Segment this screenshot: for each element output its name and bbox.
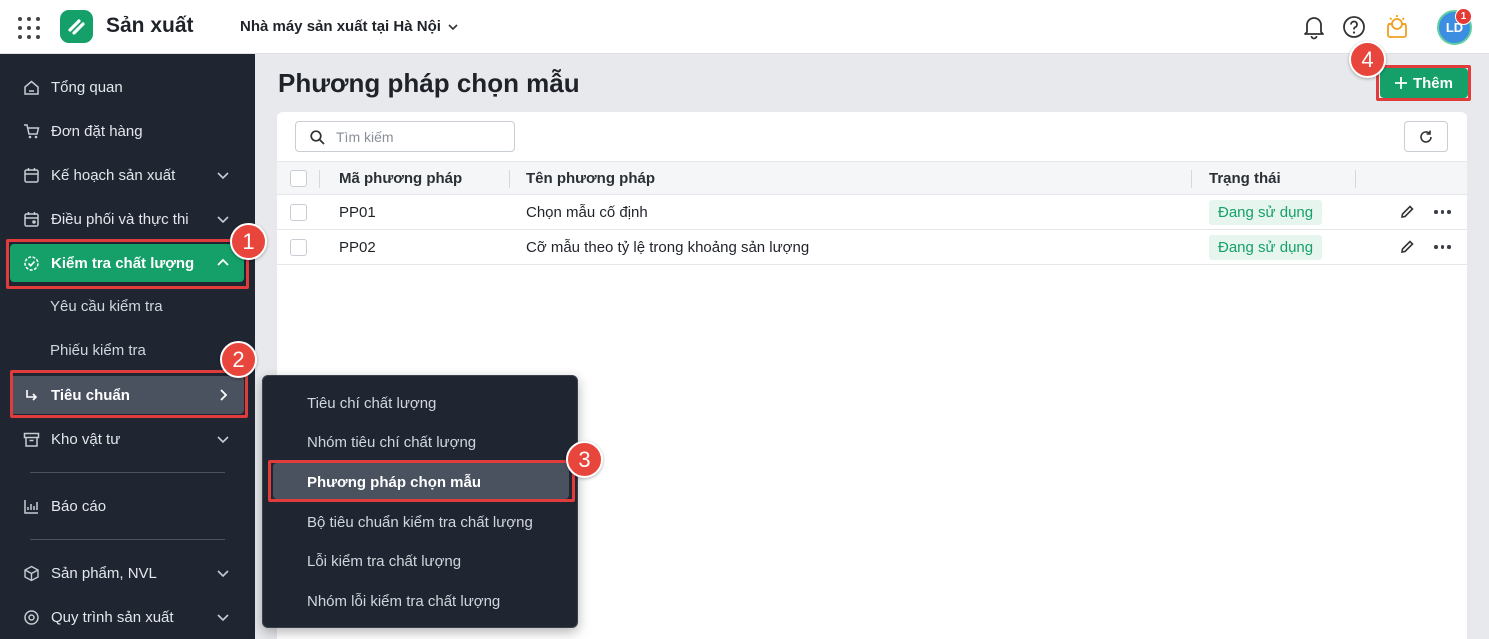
box-icon xyxy=(24,565,39,582)
app-logo-icon xyxy=(60,10,93,43)
flyout-item-criteria-group[interactable]: Nhóm tiêu chí chất lượng xyxy=(307,434,476,451)
more-icon xyxy=(1434,245,1451,249)
sidebar-item-reports[interactable]: Báo cáo xyxy=(10,487,244,525)
refresh-icon xyxy=(1420,130,1432,143)
column-header-status[interactable]: Trạng thái xyxy=(1209,162,1281,194)
sidebar-divider xyxy=(30,472,225,473)
step-marker-3: 3 xyxy=(566,441,603,478)
column-divider xyxy=(509,170,510,188)
home-icon xyxy=(24,80,39,95)
edit-button[interactable] xyxy=(1399,230,1415,264)
sidebar-item-overview[interactable]: Tổng quan xyxy=(10,68,244,106)
sidebar-item-label: Kho vật tư xyxy=(51,430,121,448)
cart-icon xyxy=(24,124,40,139)
sidebar-item-process[interactable]: Quy trình sản xuất xyxy=(10,598,244,636)
apps-grid-icon[interactable] xyxy=(18,17,40,39)
idea-icon[interactable] xyxy=(1384,14,1410,40)
sidebar-item-label: Điều phối và thực thi xyxy=(51,210,189,228)
row-name: Cỡ mẫu theo tỷ lệ trong khoảng sản lượng xyxy=(526,238,810,256)
sidebar-item-label: Quy trình sản xuất xyxy=(51,608,174,626)
sidebar-item-label: Đơn đặt hàng xyxy=(51,122,143,140)
sidebar-item-orders[interactable]: Đơn đặt hàng xyxy=(10,112,244,150)
highlight-box xyxy=(268,460,575,502)
more-icon xyxy=(1434,210,1451,214)
sidebar-item-dispatch[interactable]: Điều phối và thực thi xyxy=(10,200,244,238)
factory-selector[interactable]: Nhà máy sản xuất tại Hà Nội xyxy=(240,18,459,35)
report-icon xyxy=(24,500,38,514)
sidebar-subitem-inspection-request[interactable]: Yêu cầu kiểm tra xyxy=(50,298,163,315)
highlight-box xyxy=(1376,65,1471,101)
sidebar-divider xyxy=(30,539,225,540)
calendar-icon xyxy=(24,168,39,183)
sidebar-item-label: Tổng quan xyxy=(51,78,123,96)
sidebar-item-label: Sản phẩm, NVL xyxy=(51,564,157,582)
page-title: Phương pháp chọn mẫu xyxy=(278,68,580,98)
edit-button[interactable] xyxy=(1399,195,1415,229)
search-icon xyxy=(310,130,325,145)
help-icon[interactable] xyxy=(1342,14,1366,40)
sidebar-item-production-plan[interactable]: Kế hoạch sản xuất xyxy=(10,156,244,194)
highlight-box xyxy=(10,370,248,418)
column-header-code[interactable]: Mã phương pháp xyxy=(339,162,462,194)
chevron-down-icon xyxy=(217,436,229,444)
factory-label: Nhà máy sản xuất tại Hà Nội xyxy=(240,18,441,35)
archive-icon xyxy=(23,432,40,447)
chevron-down-icon xyxy=(448,23,458,30)
sidebar: Tổng quan Đơn đặt hàng Kế hoạch sản xuất… xyxy=(0,54,255,639)
calendar-settings-icon xyxy=(24,212,39,227)
refresh-button[interactable] xyxy=(1404,121,1448,152)
status-badge: Đang sử dụng xyxy=(1209,199,1323,225)
sidebar-item-label: Báo cáo xyxy=(51,497,107,515)
row-checkbox[interactable] xyxy=(290,239,307,256)
sidebar-item-warehouse[interactable]: Kho vật tư xyxy=(10,420,244,458)
select-all-checkbox[interactable] xyxy=(290,170,307,187)
sidebar-item-products[interactable]: Sản phẩm, NVL xyxy=(10,554,244,592)
highlight-box xyxy=(6,239,249,289)
process-icon xyxy=(24,610,39,625)
sidebar-item-label: Kế hoạch sản xuất xyxy=(51,166,176,184)
flyout-item-defect-groups[interactable]: Nhóm lỗi kiểm tra chất lượng xyxy=(307,593,500,610)
table-row[interactable]: PP02 Cỡ mẫu theo tỷ lệ trong khoảng sản … xyxy=(277,230,1467,265)
row-code: PP01 xyxy=(339,203,376,221)
status-badge: Đang sử dụng xyxy=(1209,234,1323,260)
column-divider xyxy=(319,170,320,188)
pencil-icon xyxy=(1401,205,1414,218)
flyout-item-standard-set[interactable]: Bộ tiêu chuẩn kiểm tra chất lượng xyxy=(307,514,533,531)
top-bar: Sản xuất Nhà máy sản xuất tại Hà Nội LD … xyxy=(0,0,1489,54)
flyout-item-quality-defects[interactable]: Lỗi kiểm tra chất lượng xyxy=(307,553,461,570)
search-box[interactable] xyxy=(295,121,515,152)
chevron-down-icon xyxy=(217,216,229,224)
step-marker-4: 4 xyxy=(1349,41,1386,78)
table-header: Mã phương pháp Tên phương pháp Trạng thá… xyxy=(277,161,1467,195)
step-marker-1: 1 xyxy=(230,223,267,260)
row-code: PP02 xyxy=(339,238,376,256)
sidebar-subitem-inspection-slip[interactable]: Phiếu kiểm tra xyxy=(50,342,146,359)
flyout-item-quality-criteria[interactable]: Tiêu chí chất lượng xyxy=(307,395,436,412)
column-divider xyxy=(1355,170,1356,188)
notification-badge: 1 xyxy=(1455,8,1472,25)
table-row[interactable]: PP01 Chọn mẫu cố định Đang sử dụng xyxy=(277,195,1467,230)
more-button[interactable] xyxy=(1434,195,1451,229)
step-marker-2: 2 xyxy=(220,341,257,378)
chevron-down-icon xyxy=(217,614,229,622)
chevron-down-icon xyxy=(217,172,229,180)
app-title: Sản xuất xyxy=(106,14,194,37)
column-divider xyxy=(1191,170,1192,188)
row-checkbox[interactable] xyxy=(290,204,307,221)
search-input[interactable] xyxy=(336,127,506,147)
bell-icon[interactable] xyxy=(1302,14,1326,40)
chevron-down-icon xyxy=(217,570,229,578)
more-button[interactable] xyxy=(1434,230,1451,264)
pencil-icon xyxy=(1401,240,1414,253)
column-header-name[interactable]: Tên phương pháp xyxy=(526,162,655,194)
row-name: Chọn mẫu cố định xyxy=(526,203,648,221)
